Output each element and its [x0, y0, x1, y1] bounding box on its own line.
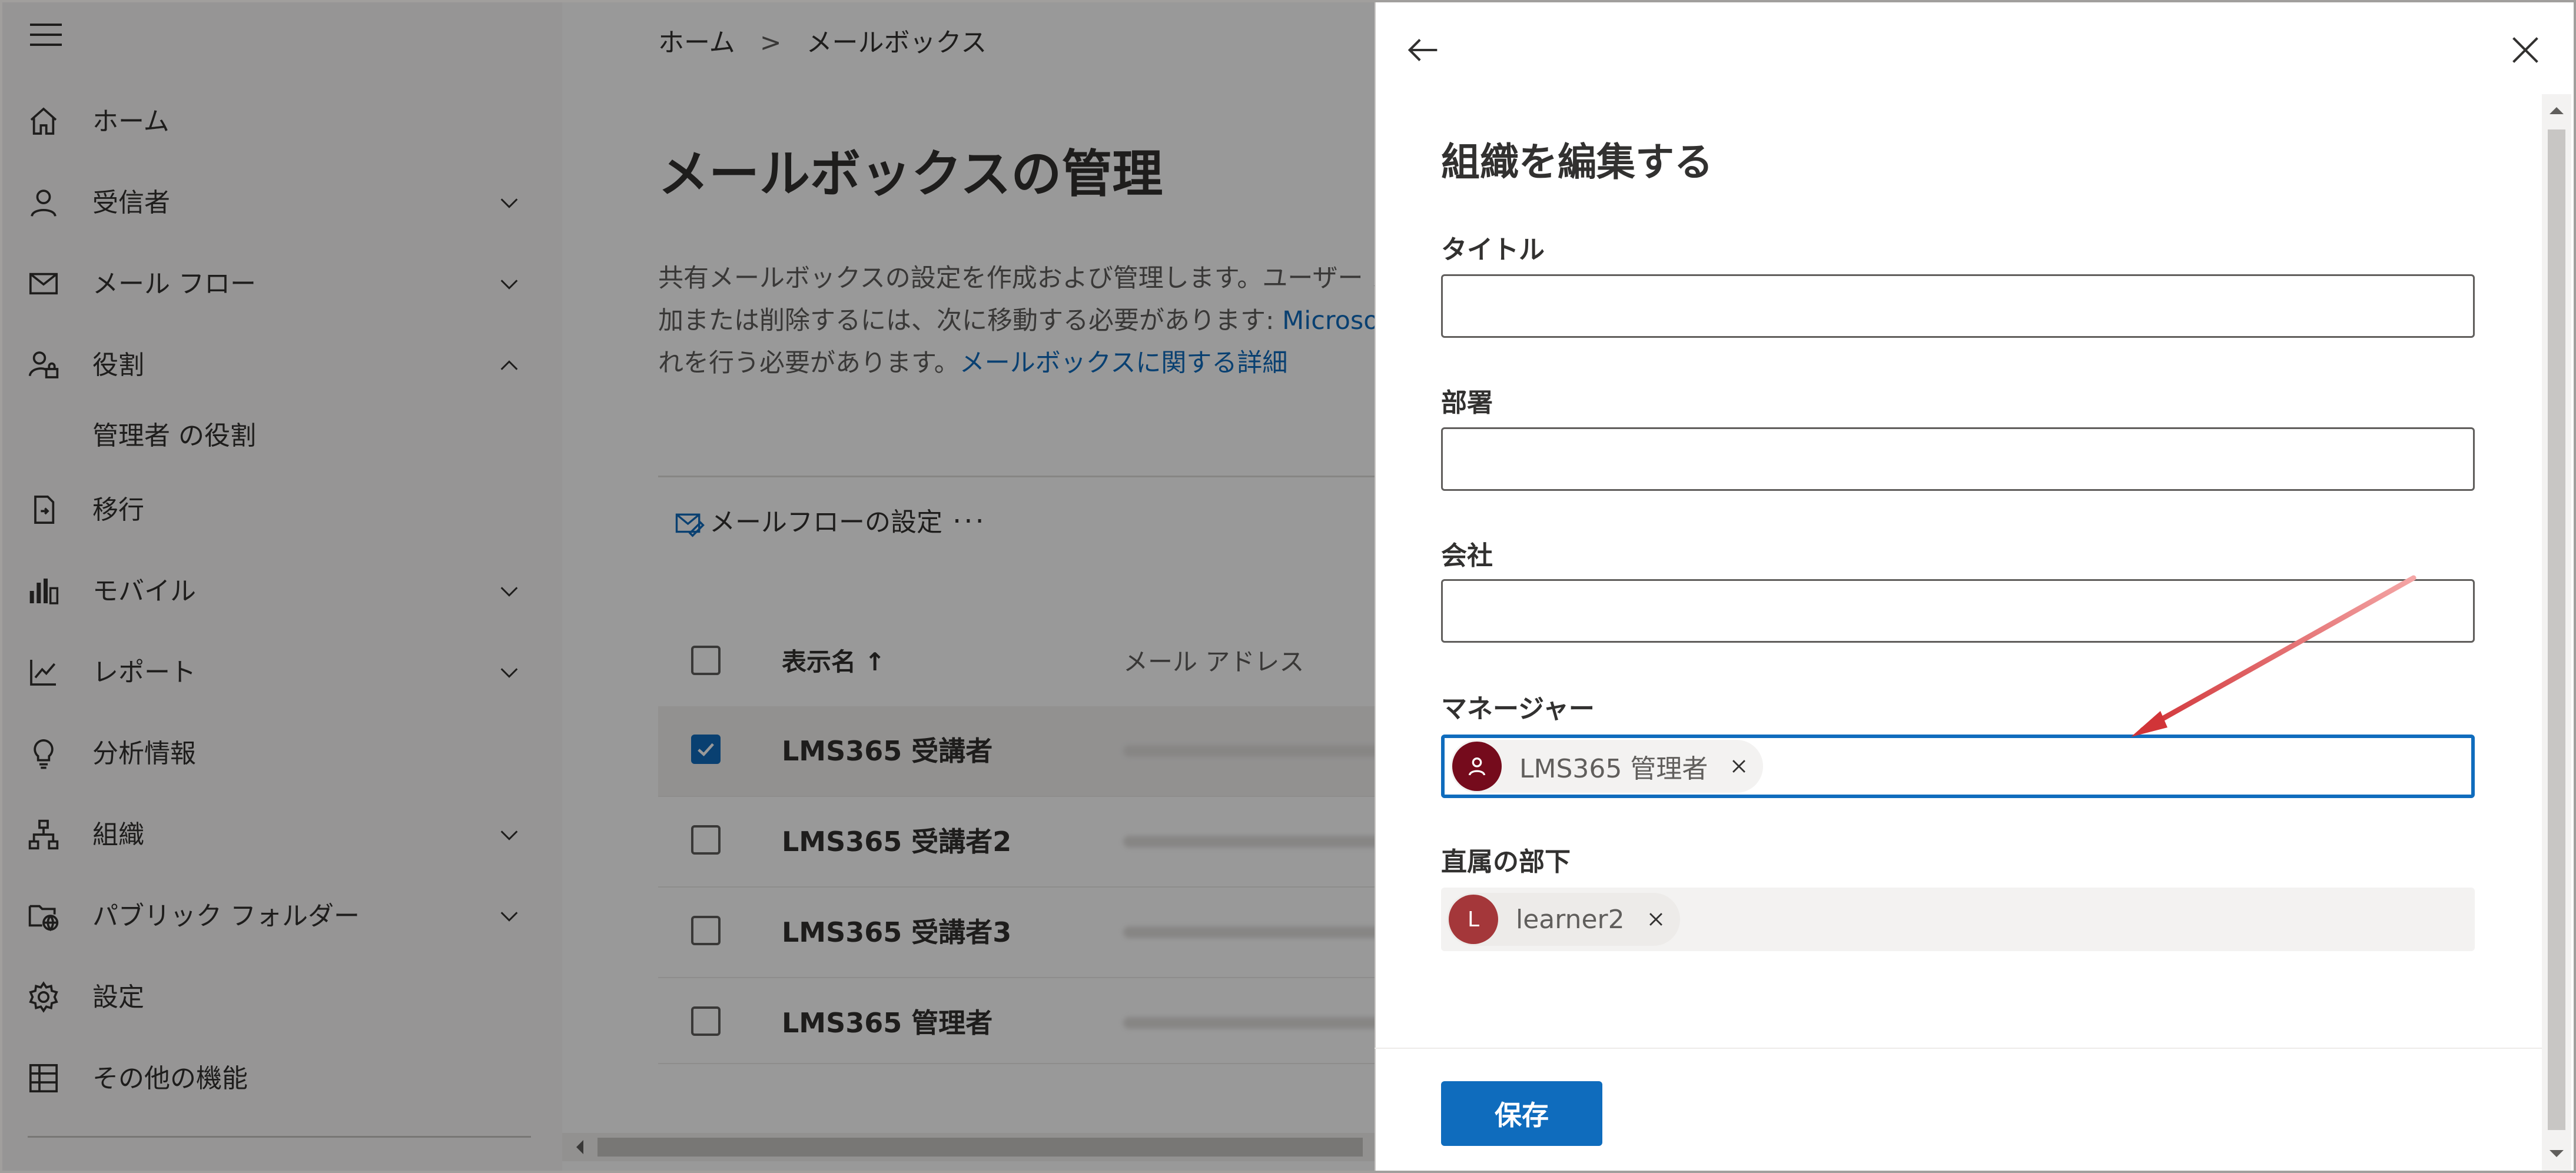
remove-direct-report-icon[interactable]	[1646, 909, 1666, 929]
arrow-left-icon	[1407, 39, 1438, 61]
direct-reports-picker[interactable]: L learner2	[1441, 888, 2475, 951]
company-field-label: 会社	[1441, 541, 1493, 571]
manager-persona-chip[interactable]: LMS365 管理者	[1450, 740, 1764, 793]
modal-overlay[interactable]	[0, 0, 1375, 1173]
avatar	[1452, 742, 1502, 791]
scroll-down-icon[interactable]	[2548, 1148, 2565, 1159]
manager-field-label: マネージャー	[1441, 694, 1595, 724]
save-button[interactable]: 保存	[1441, 1081, 1602, 1146]
back-button[interactable]	[1403, 29, 1444, 71]
manager-name: LMS365 管理者	[1519, 754, 1708, 784]
avatar-initial: L	[1449, 895, 1498, 944]
vertical-scrollbar[interactable]	[2542, 94, 2571, 1173]
person-icon	[1468, 757, 1486, 776]
annotation-arrow-icon	[2131, 575, 2416, 737]
direct-report-persona-chip[interactable]: L learner2	[1447, 893, 1680, 946]
panel-footer-divider	[1375, 1048, 2543, 1049]
title-input[interactable]	[1441, 274, 2475, 338]
department-field-label: 部署	[1441, 388, 1493, 418]
scroll-up-icon[interactable]	[2548, 105, 2565, 117]
close-icon	[2512, 37, 2538, 63]
remove-manager-icon[interactable]	[1729, 756, 1749, 776]
department-input[interactable]	[1441, 427, 2475, 491]
scrollbar-thumb[interactable]	[2548, 129, 2565, 1130]
direct-report-name: learner2	[1516, 904, 1625, 935]
direct-reports-field-label: 直属の部下	[1441, 847, 1571, 877]
panel-title: 組織を編集する	[1441, 139, 1713, 185]
close-button[interactable]	[2505, 29, 2546, 71]
title-field-label: タイトル	[1441, 235, 1545, 265]
